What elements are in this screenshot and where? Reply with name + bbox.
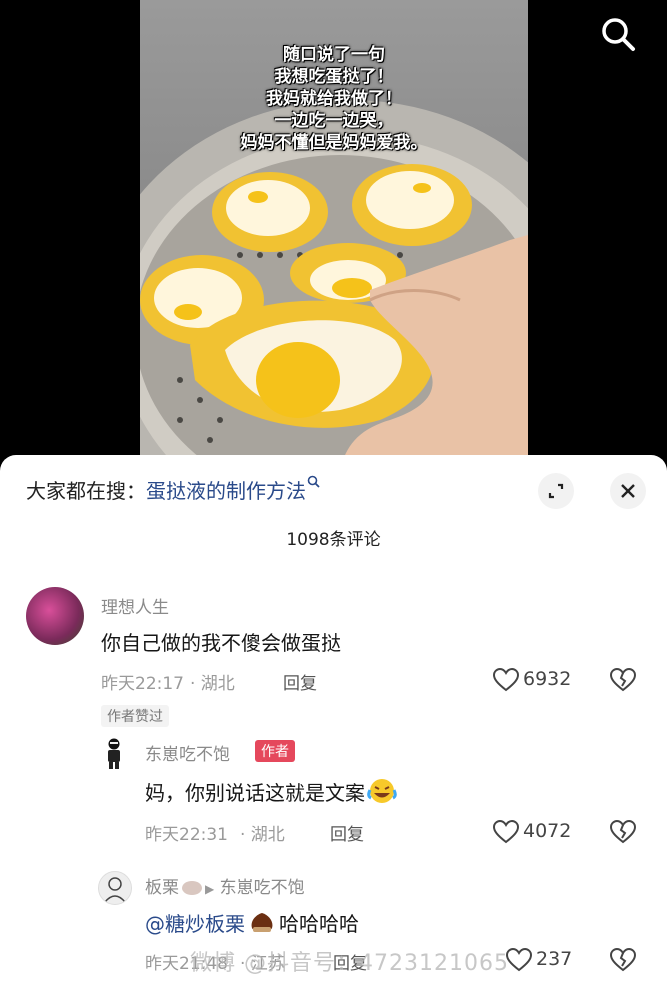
heart-icon [506,948,532,972]
like-button[interactable]: 4072 [493,820,583,844]
comment-username[interactable]: 理想人生 [101,593,169,618]
heart-icon [493,820,519,844]
like-button[interactable]: 237 [506,948,586,972]
hot-search-bar[interactable]: 大家都在搜：蛋挞液的制作方法 [26,475,321,504]
tart [352,164,472,246]
comment-time: 昨天22:17 [101,674,184,694]
comment-count: 1098条评论 [286,530,381,550]
comment-time: 昨天22:31 [145,825,228,845]
video-frame[interactable]: 随口说了一句 我想吃蛋挞了！ 我妈就给我做了！ 一边吃一边哭， 妈妈不懂但是妈妈… [140,0,528,470]
heart-icon [493,668,519,692]
chestnut-emoji-icon [251,913,273,932]
caption-line: 我想吃蛋挞了！ [274,67,394,87]
caption-line: 一边吃一边哭， [274,111,394,131]
comment-text: 你自己做的我不傻会做蛋挞 [101,631,341,655]
comment-text: 妈，你别说话这就是文案 [145,777,397,806]
video-caption: 随口说了一句 我想吃蛋挞了！ 我妈就给我做了！ 一边吃一边哭， 妈妈不懂但是妈妈… [140,44,528,154]
hot-search-prefix: 大家都在搜： [26,479,146,503]
dislike-button[interactable] [609,819,637,845]
broken-heart-icon [609,819,637,844]
dislike-button[interactable] [609,947,637,973]
watermark: 微博 @抖音号：4723121065 [190,951,509,976]
avatar-sketch-icon [104,877,126,903]
chestnut-emoji-icon [182,881,202,895]
tart [212,172,328,252]
caption-line: 随口说了一句 [283,45,385,65]
like-button[interactable]: 6932 [493,668,583,692]
mention-link[interactable]: @糖炒板栗 [145,912,245,936]
reply-button[interactable]: 回复 [330,820,364,845]
caption-line: 妈妈不懂但是妈妈爱我。 [240,133,428,153]
comment-location: · 湖北 [190,674,235,694]
author-liked-tag: 作者赞过 [101,705,169,727]
comment-text: @糖炒板栗 哈哈哈哈 [145,908,359,937]
like-count: 4072 [523,820,572,842]
search-icon [307,475,320,488]
expand-button[interactable] [538,473,574,509]
comment-location: · 湖北 [240,825,285,845]
author-badge: 作者 [255,740,295,762]
broken-heart-icon [609,667,637,692]
laugh-cry-emoji-icon [367,779,397,803]
close-button[interactable] [610,473,646,509]
like-count: 6932 [523,668,572,690]
avatar[interactable] [26,587,84,645]
comment-reply-header: 板栗 ▶ 东崽吃不饱 [145,873,305,898]
comment-text-content: 哈哈哈哈 [279,912,359,936]
like-count: 237 [536,948,573,970]
hot-search-query[interactable]: 蛋挞液的制作方法 [146,479,306,503]
comment-text-content: 妈，你别说话这就是文案 [145,781,365,805]
comment-sheet: 大家都在搜：蛋挞液的制作方法 1098条评论 理想人生 你自己做的我不傻会做蛋挞… [0,455,667,999]
comment-username[interactable]: 东崽吃不饱 [145,740,230,765]
reply-button[interactable]: 回复 [283,669,317,694]
reply-to-username[interactable]: 东崽吃不饱 [220,878,305,898]
search-icon [602,18,635,51]
video-player[interactable]: 随口说了一句 我想吃蛋挞了！ 我妈就给我做了！ 一边吃一边哭， 妈妈不懂但是妈妈… [0,0,667,470]
reply-arrow-icon: ▶ [205,882,215,896]
avatar-figure-icon [108,738,120,769]
broken-heart-icon [609,947,637,972]
expand-icon [548,483,564,499]
dislike-button[interactable] [609,667,637,693]
search-button[interactable] [598,14,638,54]
close-icon [621,484,635,498]
caption-line: 我妈就给我做了！ [266,89,402,109]
comment-username[interactable]: 板栗 [145,878,179,898]
avatar[interactable] [101,737,127,769]
avatar[interactable] [98,871,132,905]
